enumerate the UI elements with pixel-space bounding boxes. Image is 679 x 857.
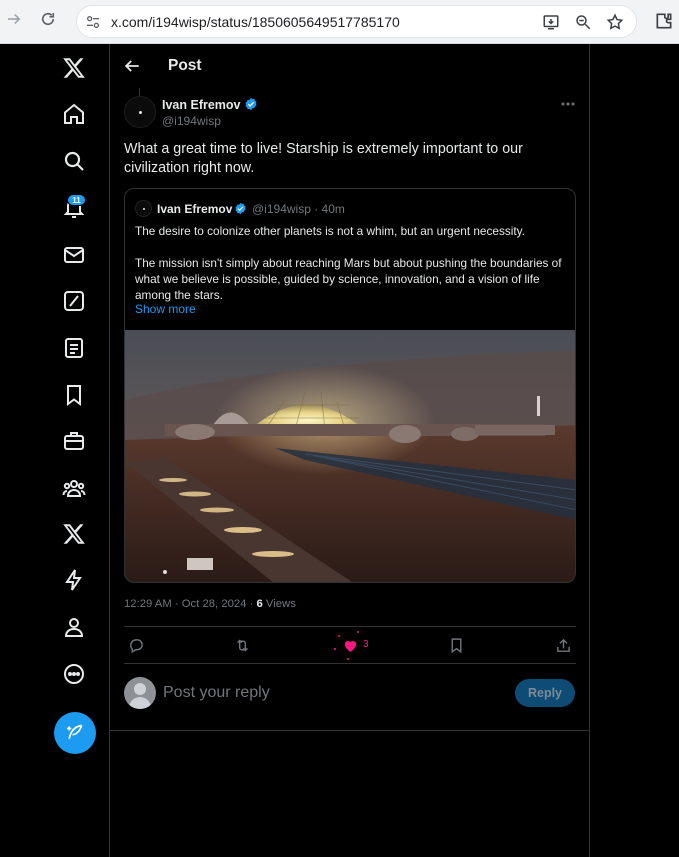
like-sparkle — [334, 648, 336, 650]
quote-author-avatar[interactable] — [135, 200, 152, 217]
main-column: Post Ivan Efremov @i194wisp What a great… — [110, 44, 590, 857]
mars-base-image[interactable] — [125, 330, 575, 582]
repost-icon[interactable] — [234, 637, 251, 654]
like-sparkle — [357, 631, 359, 633]
share-icon[interactable] — [555, 637, 572, 654]
more-circle-icon[interactable] — [62, 662, 86, 686]
quoted-post[interactable]: Ivan Efremov @i194wisp · 40m The desire … — [124, 188, 576, 583]
post-text: What a great time to live! Starship is e… — [124, 141, 523, 176]
post-header: Post — [110, 44, 590, 88]
quote-author-handle: @i194wisp · 40m — [252, 202, 345, 216]
verified-badge-icon — [235, 202, 246, 215]
like-sparkle — [338, 635, 340, 637]
briefcase-icon[interactable] — [62, 429, 86, 453]
x-logo-icon[interactable] — [62, 56, 86, 80]
forward-icon[interactable] — [2, 10, 26, 34]
mail-icon[interactable] — [62, 243, 86, 267]
search-icon[interactable] — [62, 149, 86, 173]
compose-post-button[interactable] — [54, 712, 96, 754]
browser-toolbar: x.com/i194wisp/status/185060564951778517… — [0, 0, 679, 44]
communities-icon[interactable] — [62, 476, 86, 500]
verified-badge-icon — [245, 97, 256, 111]
quote-text: The desire to colonize other planets is … — [135, 223, 565, 303]
reply-composer: Post your reply Reply — [110, 664, 590, 731]
address-bar[interactable]: x.com/i194wisp/status/185060564951778517… — [76, 5, 637, 38]
extensions-icon[interactable] — [654, 11, 674, 31]
lists-icon[interactable] — [62, 336, 86, 360]
grok-icon[interactable] — [62, 289, 86, 313]
back-arrow-icon[interactable] — [122, 56, 142, 76]
page-title: Post — [168, 57, 202, 74]
author-avatar[interactable] — [124, 96, 156, 128]
install-app-icon[interactable] — [542, 13, 560, 31]
like-sparkle — [347, 658, 349, 660]
x-premium-icon[interactable] — [62, 522, 86, 546]
reload-icon[interactable] — [36, 10, 60, 34]
more-options-icon[interactable] — [560, 97, 576, 109]
bookmark-icon[interactable] — [448, 637, 465, 654]
x-page: 11 Post Ivan Efremov @i194wisp What a gr… — [0, 44, 679, 857]
thread-line — [139, 88, 140, 96]
author-name[interactable]: Ivan Efremov — [162, 97, 258, 112]
reply-icon[interactable] — [128, 637, 145, 654]
site-settings-icon[interactable] — [85, 14, 101, 30]
feather-plus-icon — [67, 724, 83, 740]
user-avatar[interactable] — [124, 677, 156, 709]
author-handle[interactable]: @i194wisp — [162, 114, 221, 128]
bookmark-star-icon[interactable] — [606, 13, 624, 31]
url-text[interactable]: x.com/i194wisp/status/185060564951778517… — [111, 14, 400, 30]
post-timestamp: 12:29 AM · Oct 28, 2024 · 6 Views — [124, 598, 296, 610]
home-icon[interactable] — [62, 102, 86, 126]
lightning-icon[interactable] — [62, 568, 86, 592]
sidebar: 11 — [0, 44, 110, 857]
quote-paragraph: The desire to colonize other planets is … — [135, 224, 525, 238]
quote-author-name[interactable]: Ivan Efremov — [157, 202, 247, 216]
notifications-badge: 11 — [67, 194, 86, 206]
reply-input[interactable]: Post your reply — [163, 684, 270, 702]
zoom-icon[interactable] — [574, 13, 592, 31]
liked-heart-icon[interactable] — [342, 637, 359, 654]
reply-button[interactable]: Reply — [515, 679, 575, 707]
bookmark-icon[interactable] — [62, 383, 86, 407]
quote-paragraph: The mission isn't simply about reaching … — [135, 256, 562, 302]
show-more-link[interactable]: Show more — [135, 302, 196, 316]
profile-icon[interactable] — [62, 615, 86, 639]
post-actions: 3 — [124, 626, 576, 664]
like-count[interactable]: 3 — [363, 639, 369, 650]
